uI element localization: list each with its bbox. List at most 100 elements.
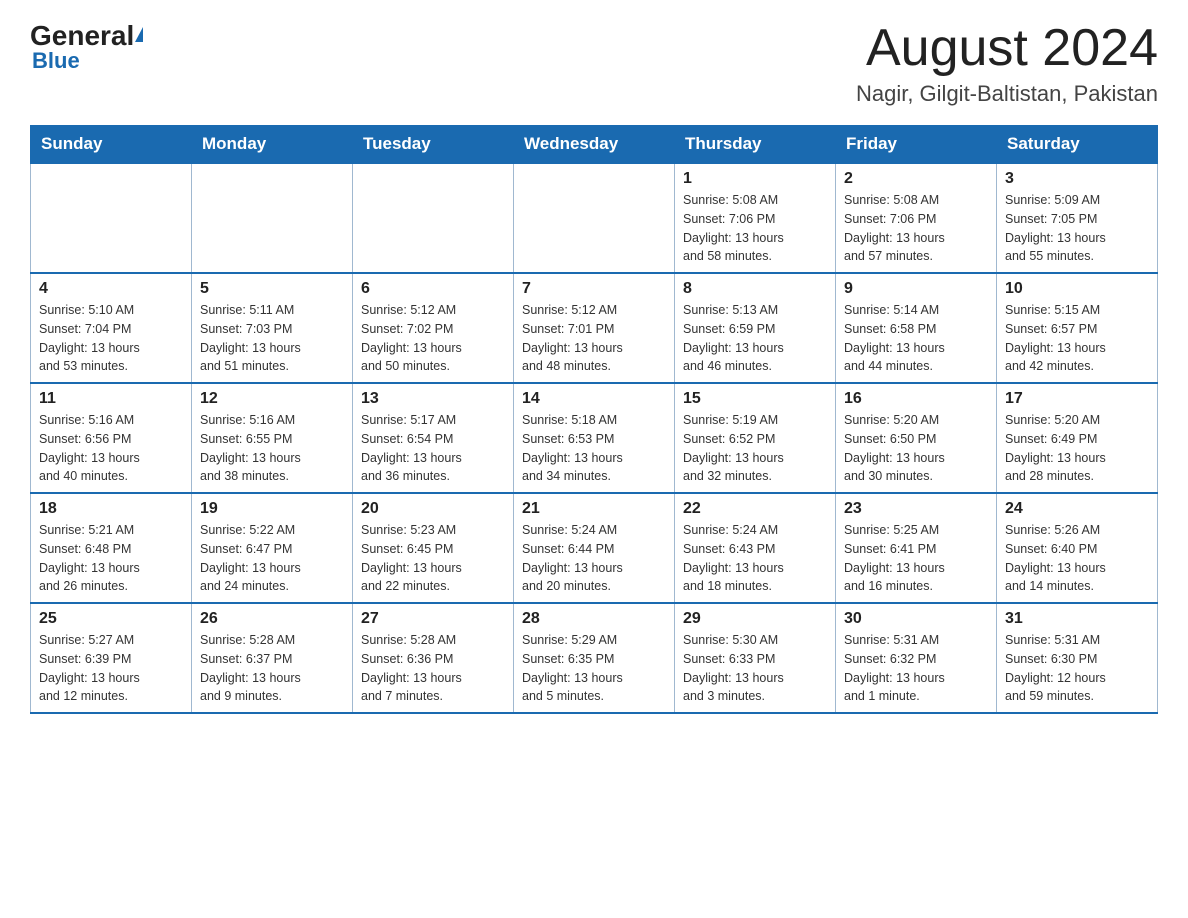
- calendar-cell-5-3: 27 Sunrise: 5:28 AM Sunset: 6:36 PM Dayli…: [353, 603, 514, 713]
- calendar-cell-1-6: 2Sunrise: 5:08 AM Sunset: 7:06 PM Daylig…: [836, 163, 997, 273]
- day-number: 8: [683, 280, 827, 298]
- day-number: 17: [1005, 390, 1149, 408]
- day-number: 3: [1005, 170, 1149, 188]
- calendar-header-tuesday: Tuesday: [353, 126, 514, 164]
- day-number: 28: [522, 610, 666, 628]
- calendar-cell-2-2: 5 Sunrise: 5:11 AM Sunset: 7:03 PM Daylig…: [192, 273, 353, 383]
- calendar-cell-1-1: [31, 163, 192, 273]
- calendar-week-1: 1 Sunrise: 5:08 AM Sunset: 7:06 PM Daylig…: [31, 163, 1158, 273]
- calendar-cell-3-4: 14Sunrise: 5:18 AM Sunset: 6:53 PM Dayli…: [514, 383, 675, 493]
- day-number: 12: [200, 390, 344, 408]
- day-info: Sunrise: 5:15 AM Sunset: 6:57 PM Dayligh…: [1005, 301, 1149, 376]
- day-info: Sunrise: 5:23 AM Sunset: 6:45 PM Dayligh…: [361, 521, 505, 596]
- calendar-cell-3-3: 13 Sunrise: 5:17 AM Sunset: 6:54 PM Dayli…: [353, 383, 514, 493]
- calendar-header-row: SundayMondayTuesdayWednesdayThursdayFrid…: [31, 126, 1158, 164]
- day-number: 29: [683, 610, 827, 628]
- logo-blue-text: Blue: [32, 48, 80, 74]
- calendar-cell-5-5: 29 Sunrise: 5:30 AM Sunset: 6:33 PM Dayli…: [675, 603, 836, 713]
- day-number: 19: [200, 500, 344, 518]
- day-info: Sunrise: 5:20 AM Sunset: 6:50 PM Dayligh…: [844, 411, 988, 486]
- day-info: Sunrise: 5:08 AM Sunset: 7:06 PM Dayligh…: [683, 191, 827, 266]
- day-info: Sunrise: 5:31 AM Sunset: 6:30 PM Dayligh…: [1005, 631, 1149, 706]
- day-number: 6: [361, 280, 505, 298]
- calendar-cell-5-7: 31Sunrise: 5:31 AM Sunset: 6:30 PM Dayli…: [997, 603, 1158, 713]
- calendar-week-5: 25Sunrise: 5:27 AM Sunset: 6:39 PM Dayli…: [31, 603, 1158, 713]
- day-number: 10: [1005, 280, 1149, 298]
- day-info: Sunrise: 5:30 AM Sunset: 6:33 PM Dayligh…: [683, 631, 827, 706]
- calendar-header-friday: Friday: [836, 126, 997, 164]
- calendar-cell-5-1: 25Sunrise: 5:27 AM Sunset: 6:39 PM Dayli…: [31, 603, 192, 713]
- day-number: 9: [844, 280, 988, 298]
- calendar-header-wednesday: Wednesday: [514, 126, 675, 164]
- calendar-cell-2-1: 4 Sunrise: 5:10 AM Sunset: 7:04 PM Daylig…: [31, 273, 192, 383]
- calendar-cell-3-6: 16 Sunrise: 5:20 AM Sunset: 6:50 PM Dayli…: [836, 383, 997, 493]
- day-info: Sunrise: 5:28 AM Sunset: 6:37 PM Dayligh…: [200, 631, 344, 706]
- day-info: Sunrise: 5:11 AM Sunset: 7:03 PM Dayligh…: [200, 301, 344, 376]
- day-number: 13: [361, 390, 505, 408]
- day-number: 16: [844, 390, 988, 408]
- calendar-week-3: 11Sunrise: 5:16 AM Sunset: 6:56 PM Dayli…: [31, 383, 1158, 493]
- day-info: Sunrise: 5:24 AM Sunset: 6:44 PM Dayligh…: [522, 521, 666, 596]
- calendar-cell-5-2: 26Sunrise: 5:28 AM Sunset: 6:37 PM Dayli…: [192, 603, 353, 713]
- day-number: 30: [844, 610, 988, 628]
- calendar-cell-3-7: 17Sunrise: 5:20 AM Sunset: 6:49 PM Dayli…: [997, 383, 1158, 493]
- calendar-cell-4-3: 20 Sunrise: 5:23 AM Sunset: 6:45 PM Dayli…: [353, 493, 514, 603]
- day-info: Sunrise: 5:31 AM Sunset: 6:32 PM Dayligh…: [844, 631, 988, 706]
- day-number: 5: [200, 280, 344, 298]
- day-number: 4: [39, 280, 183, 298]
- calendar-cell-3-5: 15 Sunrise: 5:19 AM Sunset: 6:52 PM Dayli…: [675, 383, 836, 493]
- day-info: Sunrise: 5:25 AM Sunset: 6:41 PM Dayligh…: [844, 521, 988, 596]
- day-info: Sunrise: 5:24 AM Sunset: 6:43 PM Dayligh…: [683, 521, 827, 596]
- day-info: Sunrise: 5:28 AM Sunset: 6:36 PM Dayligh…: [361, 631, 505, 706]
- calendar-cell-3-1: 11Sunrise: 5:16 AM Sunset: 6:56 PM Dayli…: [31, 383, 192, 493]
- day-info: Sunrise: 5:12 AM Sunset: 7:01 PM Dayligh…: [522, 301, 666, 376]
- calendar-cell-2-7: 10 Sunrise: 5:15 AM Sunset: 6:57 PM Dayli…: [997, 273, 1158, 383]
- calendar-week-2: 4 Sunrise: 5:10 AM Sunset: 7:04 PM Daylig…: [31, 273, 1158, 383]
- day-info: Sunrise: 5:14 AM Sunset: 6:58 PM Dayligh…: [844, 301, 988, 376]
- calendar-cell-2-3: 6 Sunrise: 5:12 AM Sunset: 7:02 PM Daylig…: [353, 273, 514, 383]
- calendar-cell-1-4: [514, 163, 675, 273]
- calendar-table: SundayMondayTuesdayWednesdayThursdayFrid…: [30, 125, 1158, 714]
- day-number: 25: [39, 610, 183, 628]
- calendar-cell-1-3: [353, 163, 514, 273]
- day-info: Sunrise: 5:13 AM Sunset: 6:59 PM Dayligh…: [683, 301, 827, 376]
- day-number: 1: [683, 170, 827, 188]
- day-number: 24: [1005, 500, 1149, 518]
- day-info: Sunrise: 5:10 AM Sunset: 7:04 PM Dayligh…: [39, 301, 183, 376]
- calendar-cell-4-4: 21Sunrise: 5:24 AM Sunset: 6:44 PM Dayli…: [514, 493, 675, 603]
- day-number: 27: [361, 610, 505, 628]
- title-block: August 2024 Nagir, Gilgit-Baltistan, Pak…: [856, 20, 1158, 107]
- day-info: Sunrise: 5:22 AM Sunset: 6:47 PM Dayligh…: [200, 521, 344, 596]
- calendar-cell-5-4: 28 Sunrise: 5:29 AM Sunset: 6:35 PM Dayli…: [514, 603, 675, 713]
- calendar-cell-1-2: [192, 163, 353, 273]
- day-info: Sunrise: 5:12 AM Sunset: 7:02 PM Dayligh…: [361, 301, 505, 376]
- logo-arrow-icon: [135, 27, 143, 42]
- calendar-cell-2-5: 8 Sunrise: 5:13 AM Sunset: 6:59 PM Daylig…: [675, 273, 836, 383]
- calendar-cell-2-4: 7 Sunrise: 5:12 AM Sunset: 7:01 PM Daylig…: [514, 273, 675, 383]
- day-info: Sunrise: 5:16 AM Sunset: 6:55 PM Dayligh…: [200, 411, 344, 486]
- calendar-cell-3-2: 12 Sunrise: 5:16 AM Sunset: 6:55 PM Dayli…: [192, 383, 353, 493]
- month-title: August 2024: [856, 20, 1158, 77]
- calendar-cell-1-7: 3Sunrise: 5:09 AM Sunset: 7:05 PM Daylig…: [997, 163, 1158, 273]
- day-number: 15: [683, 390, 827, 408]
- day-number: 11: [39, 390, 183, 408]
- day-info: Sunrise: 5:17 AM Sunset: 6:54 PM Dayligh…: [361, 411, 505, 486]
- day-number: 20: [361, 500, 505, 518]
- day-info: Sunrise: 5:29 AM Sunset: 6:35 PM Dayligh…: [522, 631, 666, 706]
- calendar-header-thursday: Thursday: [675, 126, 836, 164]
- calendar-cell-5-6: 30 Sunrise: 5:31 AM Sunset: 6:32 PM Dayli…: [836, 603, 997, 713]
- day-number: 22: [683, 500, 827, 518]
- logo: General Blue: [30, 20, 143, 74]
- calendar-week-4: 18Sunrise: 5:21 AM Sunset: 6:48 PM Dayli…: [31, 493, 1158, 603]
- calendar-cell-4-6: 23 Sunrise: 5:25 AM Sunset: 6:41 PM Dayli…: [836, 493, 997, 603]
- day-info: Sunrise: 5:18 AM Sunset: 6:53 PM Dayligh…: [522, 411, 666, 486]
- calendar-cell-4-5: 22 Sunrise: 5:24 AM Sunset: 6:43 PM Dayli…: [675, 493, 836, 603]
- day-info: Sunrise: 5:19 AM Sunset: 6:52 PM Dayligh…: [683, 411, 827, 486]
- calendar-header-monday: Monday: [192, 126, 353, 164]
- calendar-header-saturday: Saturday: [997, 126, 1158, 164]
- day-number: 23: [844, 500, 988, 518]
- day-info: Sunrise: 5:08 AM Sunset: 7:06 PM Dayligh…: [844, 191, 988, 266]
- location-title: Nagir, Gilgit-Baltistan, Pakistan: [856, 81, 1158, 107]
- day-number: 7: [522, 280, 666, 298]
- page-header: General Blue August 2024 Nagir, Gilgit-B…: [30, 20, 1158, 107]
